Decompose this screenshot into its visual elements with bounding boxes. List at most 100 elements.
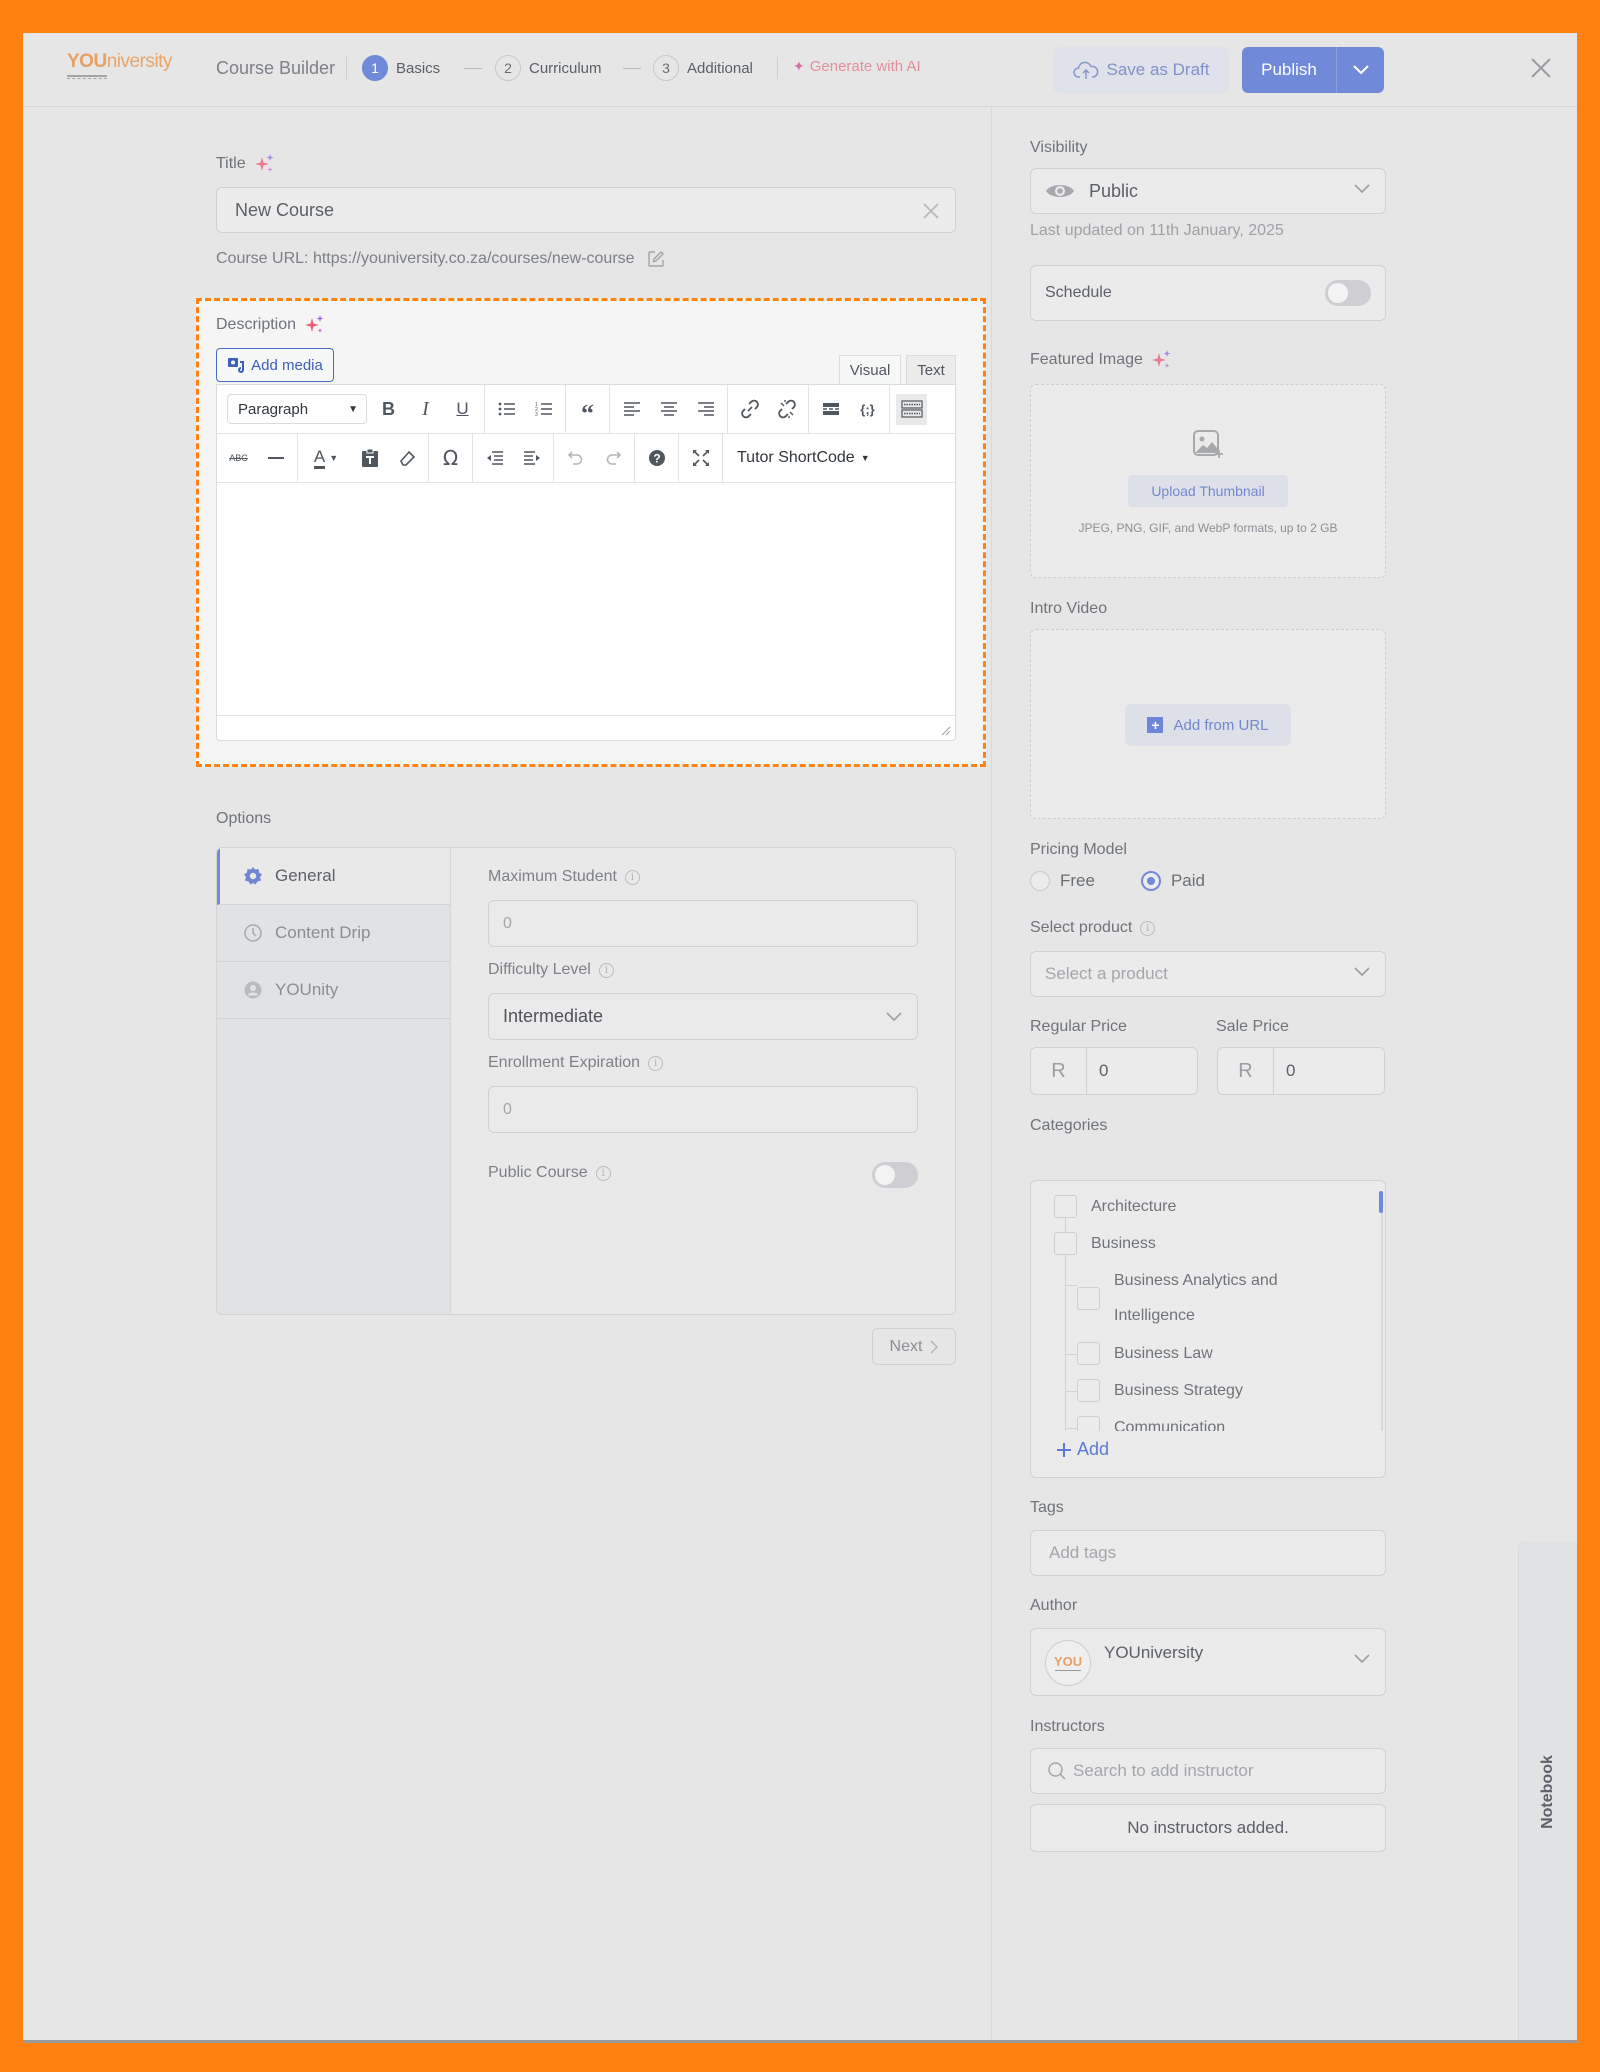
max-student-input[interactable]: 0 <box>488 900 918 947</box>
regular-price-input[interactable]: R 0 <box>1030 1047 1198 1095</box>
numbered-list-button[interactable]: 123 <box>528 394 559 425</box>
enrollment-expiration-input[interactable]: 0 <box>488 1086 918 1133</box>
description-editor-area[interactable] <box>217 483 955 716</box>
read-more-icon <box>822 403 839 415</box>
code-button[interactable]: {;} <box>852 394 883 425</box>
tab-visual[interactable]: Visual <box>839 355 901 385</box>
categories-scrollbar[interactable] <box>1381 1191 1383 1431</box>
instructor-search-input[interactable]: Search to add instructor <box>1030 1748 1386 1794</box>
tab-content-drip[interactable]: Content Drip <box>217 905 450 962</box>
step-curriculum[interactable]: 2 Curriculum <box>495 55 602 81</box>
category-checkbox[interactable] <box>1054 1232 1077 1255</box>
featured-image-dropzone[interactable]: Upload Thumbnail JPEG, PNG, GIF, and Web… <box>1030 384 1386 578</box>
text-color-button[interactable]: A ▼ <box>304 443 348 474</box>
category-item[interactable]: Business Strategy <box>1077 1373 1243 1409</box>
indent-button[interactable] <box>516 443 547 474</box>
upload-thumbnail-button[interactable]: Upload Thumbnail <box>1128 475 1288 507</box>
align-center-button[interactable] <box>653 394 684 425</box>
blockquote-button[interactable]: “ <box>572 394 603 428</box>
visibility-select[interactable]: Public <box>1030 168 1386 214</box>
avatar-text: YOU <box>1053 1654 1083 1669</box>
generate-with-ai-button[interactable]: ✦ Generate with AI <box>793 58 921 75</box>
category-item[interactable]: Business <box>1054 1226 1156 1262</box>
last-updated: Last updated on 11th January, 2025 <box>1030 222 1284 239</box>
info-icon[interactable]: i <box>648 1055 664 1071</box>
category-checkbox[interactable] <box>1077 1286 1100 1310</box>
publish-options-toggle[interactable] <box>1337 47 1384 93</box>
category-checkbox[interactable] <box>1054 1195 1077 1218</box>
categories-list: Architecture Business Business Analytics… <box>1031 1181 1371 1431</box>
category-item[interactable]: Communication <box>1077 1410 1225 1431</box>
ai-sparkle-icon[interactable] <box>1151 349 1173 371</box>
close-button[interactable] <box>1528 55 1554 81</box>
youniversity-logo[interactable]: YOUniversity <box>67 51 177 87</box>
category-checkbox[interactable] <box>1077 1416 1100 1431</box>
category-checkbox[interactable] <box>1077 1379 1100 1402</box>
tab-text[interactable]: Text <box>906 355 956 385</box>
radio-free-label[interactable]: Free <box>1060 871 1095 891</box>
notebook-tab[interactable]: Notebook <box>1518 1541 1577 2040</box>
tab-younity[interactable]: YOUnity <box>217 962 450 1019</box>
add-from-url-button[interactable]: + Add from URL <box>1125 704 1291 746</box>
insert-link-button[interactable] <box>734 394 765 425</box>
horizontal-line-button[interactable] <box>260 443 291 474</box>
strikethrough-button[interactable]: ABC <box>223 443 254 474</box>
edit-icon[interactable] <box>647 250 665 268</box>
save-as-draft-button[interactable]: Save as Draft <box>1053 47 1229 93</box>
tutor-shortcode-dropdown[interactable]: Tutor ShortCode ▼ <box>723 449 884 467</box>
resize-handle-icon[interactable] <box>939 724 951 736</box>
align-left-button[interactable] <box>616 394 647 425</box>
category-item[interactable]: Architecture <box>1054 1189 1176 1225</box>
public-course-toggle[interactable] <box>872 1162 918 1188</box>
next-button[interactable]: Next <box>872 1328 956 1365</box>
difficulty-select[interactable]: Intermediate <box>488 993 918 1040</box>
remove-link-button[interactable] <box>771 394 802 425</box>
category-item[interactable]: Business Analytics and Intelligence <box>1077 1263 1337 1333</box>
keyboard-shortcuts-button[interactable]: ? <box>641 443 672 474</box>
outdent-button[interactable] <box>479 443 510 474</box>
format-select[interactable]: Paragraph ▼ <box>227 394 367 424</box>
add-media-button[interactable]: Add media <box>216 348 334 382</box>
italic-button[interactable]: I <box>410 394 441 425</box>
info-icon[interactable]: i <box>598 962 614 978</box>
underline-button[interactable]: U <box>447 394 478 425</box>
category-item[interactable]: Business Law <box>1077 1336 1213 1372</box>
redo-button[interactable] <box>597 443 628 474</box>
toolbar-toggle-button[interactable] <box>896 393 927 425</box>
title-input[interactable]: New Course <box>216 187 956 233</box>
tab-general[interactable]: General <box>217 848 450 905</box>
dropdown-arrow-icon: ▼ <box>860 453 870 463</box>
tags-input[interactable]: Add tags <box>1030 1530 1386 1576</box>
align-right-button[interactable] <box>690 394 721 425</box>
radio-free[interactable] <box>1030 871 1050 891</box>
intro-video-label: Intro Video <box>1030 600 1108 617</box>
step-basics[interactable]: 1 Basics <box>362 55 440 81</box>
clear-icon[interactable] <box>921 201 941 221</box>
special-character-button[interactable]: Ω <box>435 443 466 474</box>
radio-paid[interactable] <box>1140 871 1161 891</box>
add-category-button[interactable]: Add <box>1055 1439 1109 1460</box>
radio-paid-label[interactable]: Paid <box>1171 871 1205 891</box>
read-more-button[interactable] <box>815 394 846 425</box>
paste-as-text-button[interactable] <box>354 443 385 474</box>
step-additional[interactable]: 3 Additional <box>653 55 753 81</box>
instructor-search-placeholder: Search to add instructor <box>1073 1761 1254 1780</box>
sale-price-input[interactable]: R 0 <box>1217 1047 1385 1095</box>
undo-button[interactable] <box>560 443 591 474</box>
info-icon[interactable]: i <box>595 1165 611 1181</box>
category-checkbox[interactable] <box>1077 1342 1100 1365</box>
bold-button[interactable]: B <box>373 394 404 425</box>
ai-sparkle-icon[interactable] <box>254 153 276 175</box>
schedule-toggle[interactable] <box>1325 280 1371 306</box>
fullscreen-icon <box>692 450 709 466</box>
author-select[interactable]: YOU YOUniversity <box>1030 1628 1386 1696</box>
publish-button[interactable]: Publish <box>1242 47 1337 93</box>
info-icon[interactable]: i <box>624 869 640 885</box>
ai-sparkle-icon[interactable] <box>304 314 326 336</box>
fullscreen-button[interactable] <box>685 443 716 474</box>
select-product-dropdown[interactable]: Select a product <box>1030 951 1386 997</box>
bullet-list-button[interactable] <box>491 394 522 425</box>
clear-formatting-button[interactable] <box>391 443 422 474</box>
info-icon[interactable]: i <box>1140 920 1156 936</box>
categories-scroll-thumb[interactable] <box>1379 1191 1383 1213</box>
